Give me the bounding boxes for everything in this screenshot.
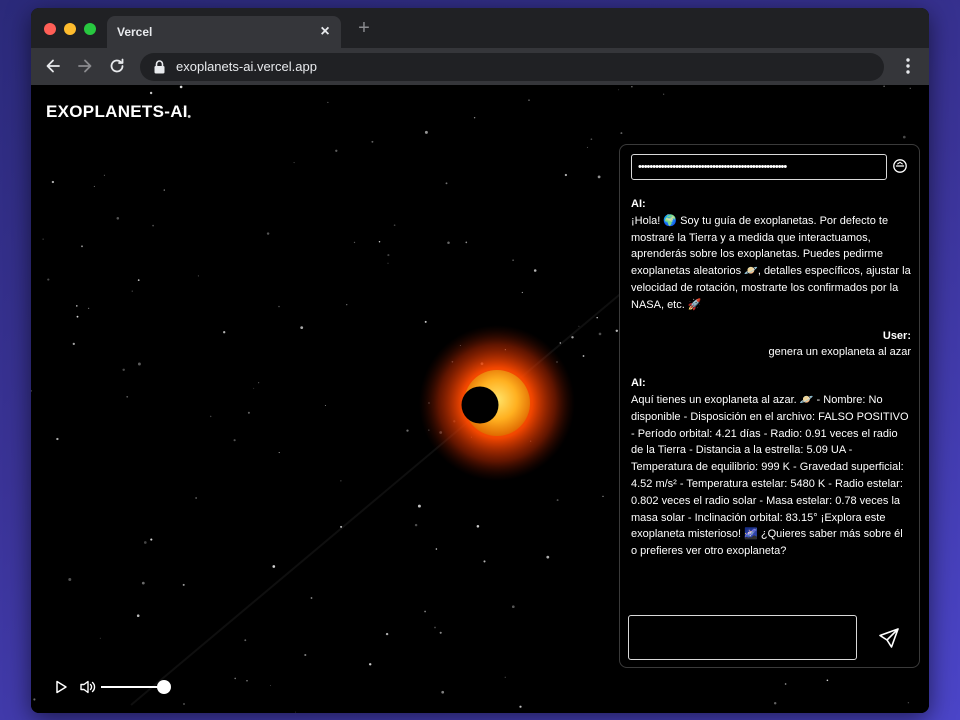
lock-icon <box>154 60 165 79</box>
message-text: Aquí tienes un exoplaneta al azar. 🪐 - N… <box>631 393 909 558</box>
chat-panel: ••••••••••••••••••••••••••••••••••••••••… <box>619 144 920 668</box>
app-brand: EXOPLANETS-AI <box>46 102 188 121</box>
api-key-input[interactable]: ••••••••••••••••••••••••••••••••••••••••… <box>631 154 887 180</box>
browser-menu-icon[interactable] <box>901 56 915 76</box>
maximize-window-button[interactable] <box>84 23 96 35</box>
play-icon[interactable] <box>53 679 69 700</box>
message-input[interactable] <box>628 615 857 660</box>
message-ai: AI: Aquí tienes un exoplaneta al azar. 🪐… <box>631 375 911 560</box>
message-sender: User: <box>882 329 911 342</box>
browser-window: Vercel × + exoplanets-ai.vercel.app EXOP… <box>31 8 929 713</box>
message-text: ¡Hola! 🌍 Soy tu guía de exoplanetas. Por… <box>631 214 911 311</box>
message-sender: AI: <box>631 198 646 210</box>
back-arrow-icon[interactable] <box>43 56 63 76</box>
message-sender: AI: <box>631 377 646 390</box>
toggle-visibility-icon[interactable] <box>892 158 908 179</box>
url-text: exoplanets-ai.vercel.app <box>176 59 317 74</box>
browser-tab[interactable]: Vercel × <box>107 16 341 48</box>
message-user: User: genera un exoplaneta al azar <box>631 328 912 362</box>
window-controls <box>44 23 96 35</box>
volume-slider-handle[interactable] <box>157 680 171 694</box>
page-content: EXOPLANETS-AI ••••••••••••••••••••••••••… <box>31 85 929 713</box>
address-bar[interactable]: exoplanets-ai.vercel.app <box>140 53 884 81</box>
reload-icon[interactable] <box>107 56 127 76</box>
browser-toolbar: exoplanets-ai.vercel.app <box>31 48 929 85</box>
close-window-button[interactable] <box>44 23 56 35</box>
media-controls <box>51 675 191 699</box>
new-tab-button[interactable]: + <box>355 18 373 38</box>
minimize-window-button[interactable] <box>64 23 76 35</box>
tab-bar: Vercel × + <box>31 8 929 48</box>
exoplanet-transit <box>461 386 499 424</box>
message-list: AI: ¡Hola! 🌍 Soy tu guía de exoplanetas.… <box>631 196 911 574</box>
volume-slider-track[interactable] <box>101 686 163 688</box>
message-ai: AI: ¡Hola! 🌍 Soy tu guía de exoplanetas.… <box>631 196 911 314</box>
send-icon[interactable] <box>878 627 900 654</box>
message-text: genera un exoplaneta al azar <box>768 346 912 359</box>
volume-icon[interactable] <box>79 679 97 700</box>
forward-arrow-icon[interactable] <box>75 56 95 76</box>
tab-title: Vercel <box>117 25 153 39</box>
tab-close-icon[interactable]: × <box>315 22 335 42</box>
